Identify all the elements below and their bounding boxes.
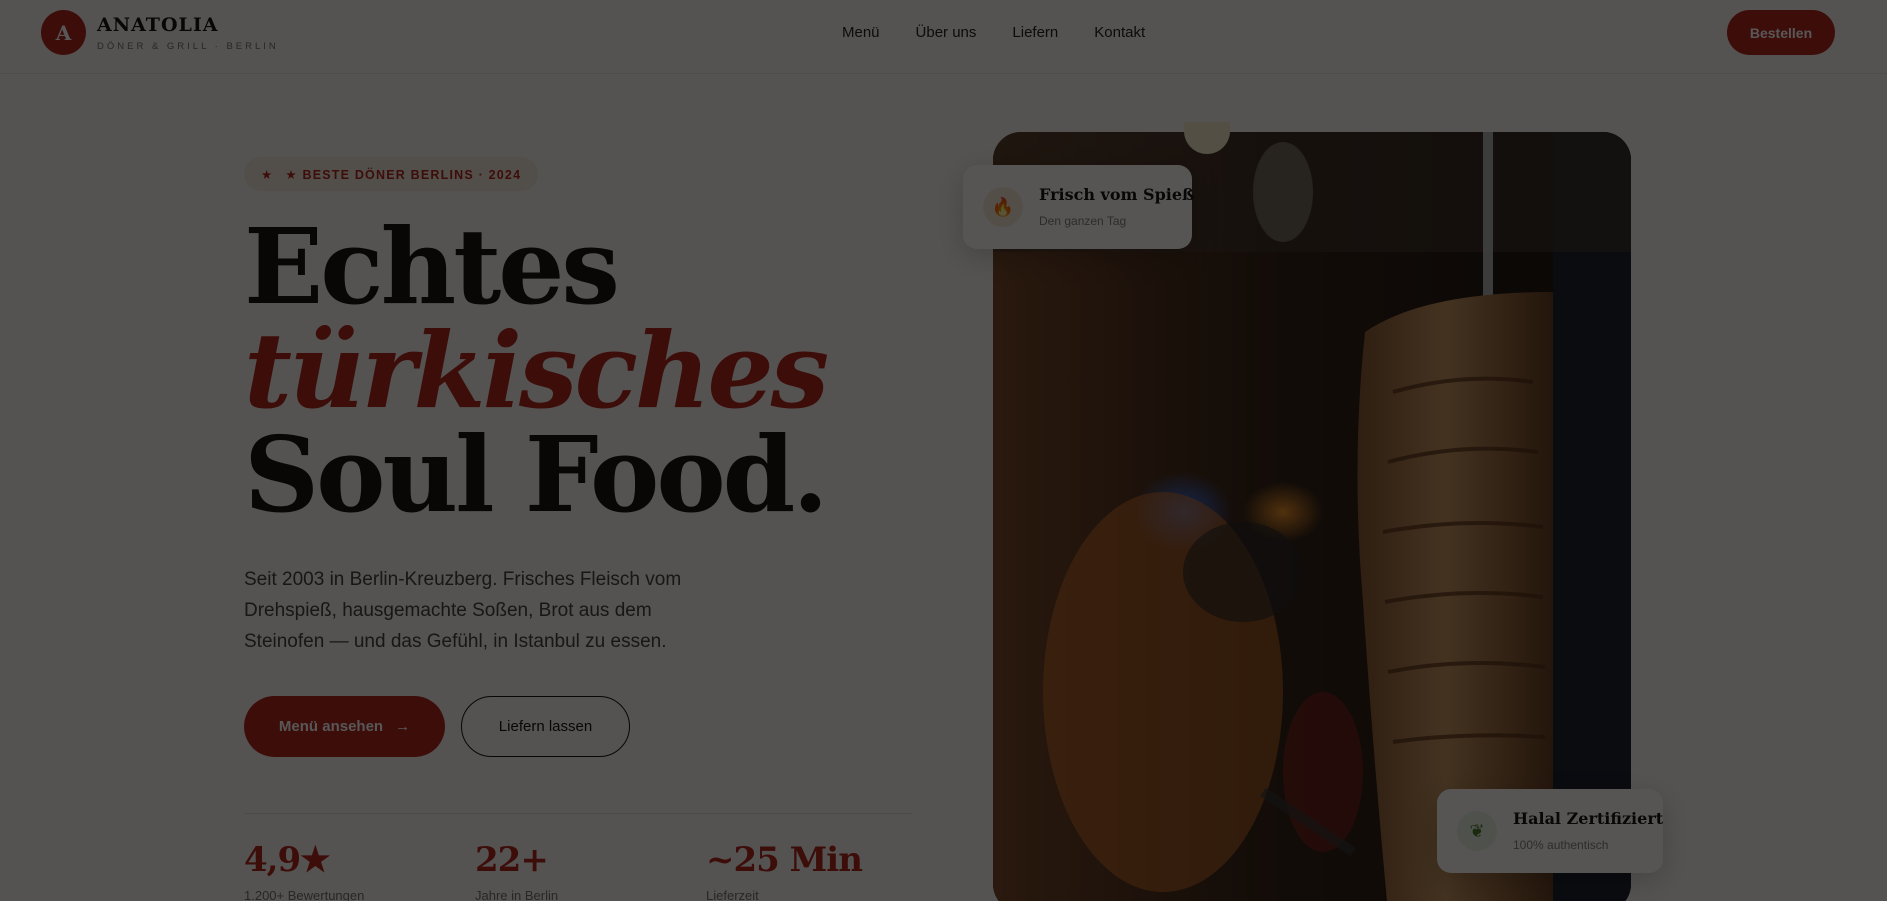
- nav-link-menu[interactable]: Menü: [842, 24, 880, 41]
- stat-label: Lieferzeit: [706, 888, 759, 901]
- brand-tagline: DÖNER & GRILL · BERLIN: [97, 41, 279, 52]
- headline-line-2: türkisches: [244, 309, 829, 432]
- top-navigation: A ANATOLIA DÖNER & GRILL · BERLIN Menü Ü…: [0, 0, 1887, 74]
- flame-icon: 🔥: [983, 187, 1023, 227]
- stat-value: 4,9★: [244, 840, 331, 880]
- stats-divider: [244, 813, 912, 814]
- stat-years: 22+ Jahre in Berlin: [475, 840, 558, 901]
- logo-icon[interactable]: A: [41, 10, 86, 55]
- nav-link-contact[interactable]: Kontakt: [1094, 24, 1145, 41]
- nav-links: Menü Über uns Liefern Kontakt: [842, 24, 1145, 41]
- stat-value: 22+: [475, 840, 549, 880]
- delivery-button[interactable]: Liefern lassen: [461, 696, 630, 757]
- arrow-right-icon: →: [395, 718, 411, 735]
- star-icon: ★: [261, 167, 274, 182]
- fresh-card: 🔥 Frisch vom Spieß Den ganzen Tag: [963, 165, 1195, 249]
- stat-value: ~25 Min: [706, 840, 863, 880]
- halal-card: ❦ Halal Zertifiziert 100% authentisch: [1437, 789, 1663, 873]
- award-badge: ★ ★ BESTE DÖNER BERLINS · 2024: [244, 157, 539, 191]
- nav-link-delivery[interactable]: Liefern: [1012, 24, 1058, 41]
- fresh-card-subtitle: Den ganzen Tag: [1039, 214, 1127, 228]
- halal-card-title: Halal Zertifiziert: [1513, 809, 1664, 828]
- halal-card-subtitle: 100% authentisch: [1513, 838, 1609, 852]
- hero-description: Seit 2003 in Berlin-Kreuzberg. Frisches …: [244, 569, 682, 652]
- leaf-icon: ❦: [1457, 811, 1497, 851]
- nav-link-about[interactable]: Über uns: [916, 24, 977, 41]
- brand-name[interactable]: ANATOLIA: [97, 14, 219, 36]
- hero-headline: Echtes türkisches Soul Food.: [244, 205, 829, 536]
- award-badge-label: ★ BESTE DÖNER BERLINS · 2024: [285, 167, 522, 182]
- headline-line-1: Echtes: [244, 205, 620, 328]
- stat-rating: 4,9★ 1.200+ Bewertungen: [244, 840, 364, 901]
- view-menu-button[interactable]: Menü ansehen →: [244, 696, 445, 757]
- stat-label: 1.200+ Bewertungen: [244, 888, 365, 901]
- order-button[interactable]: Bestellen: [1727, 10, 1835, 55]
- fresh-card-title: Frisch vom Spieß: [1039, 185, 1195, 204]
- stat-delivery-time: ~25 Min Lieferzeit: [706, 840, 863, 901]
- headline-line-3: Soul Food.: [244, 413, 829, 536]
- stat-label: Jahre in Berlin: [475, 888, 559, 901]
- view-menu-label: Menü ansehen: [278, 718, 384, 735]
